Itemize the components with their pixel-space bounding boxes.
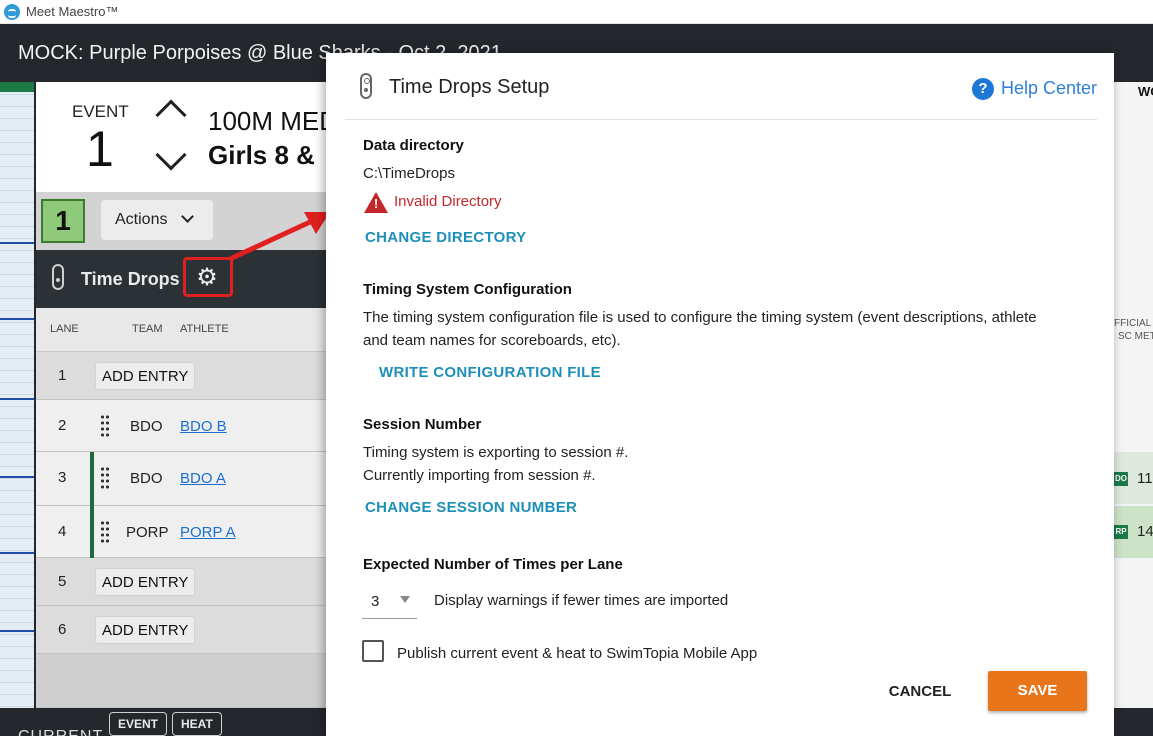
lane-row: 6 ADD ENTRY — [36, 606, 328, 654]
expected-times-hint: Display warnings if fewer times are impo… — [434, 592, 729, 609]
rail-marker — [0, 242, 34, 244]
current-label: CURRENT — [18, 728, 103, 736]
right-header-fragment: WO — [1138, 84, 1153, 99]
dialog-divider — [345, 119, 1097, 120]
athlete-link[interactable]: BDO B — [180, 418, 227, 435]
timing-config-title: Timing System Configuration — [363, 281, 572, 298]
column-athlete: ATHLETE — [180, 323, 229, 335]
entry-status-strip — [90, 506, 94, 558]
lane-number: 6 — [58, 621, 67, 638]
event-name: 100M MED — [208, 106, 328, 136]
actions-dropdown-button[interactable]: Actions — [101, 200, 213, 240]
lane-overview-rail[interactable] — [0, 82, 36, 708]
lane-table-header: LANE TEAM ATHLETE — [36, 308, 328, 352]
timing-config-desc-line2: and team names for scoreboards, etc). — [363, 332, 621, 349]
event-number: 1 — [86, 121, 114, 177]
rail-marker — [0, 630, 34, 632]
lane-row: 4 PORP PORP A — [36, 506, 328, 558]
save-button[interactable]: SAVE — [988, 671, 1087, 711]
time-fragment: 11 — [1137, 470, 1153, 487]
lane-number: 3 — [58, 469, 67, 486]
drag-handle-icon[interactable] — [100, 414, 110, 438]
heat-number-badge[interactable]: 1 — [41, 199, 85, 243]
athlete-link[interactable]: PORP A — [180, 524, 236, 541]
team-code: PORP — [126, 524, 169, 541]
annotation-arrow-icon — [229, 212, 330, 261]
rail-active-marker — [0, 82, 34, 92]
lane-row: 3 BDO BDO A — [36, 452, 328, 506]
help-center-link[interactable]: Help Center — [1001, 78, 1097, 99]
lane-number: 2 — [58, 417, 67, 434]
gear-icon[interactable]: ⚙ — [194, 266, 220, 290]
cancel-button[interactable]: CANCEL — [872, 674, 968, 710]
lane-row: 5 ADD ENTRY — [36, 558, 328, 606]
event-label: EVENT — [72, 102, 129, 121]
lane-number: 5 — [58, 573, 67, 590]
app-logo-icon — [4, 4, 20, 20]
publish-checkbox[interactable] — [362, 640, 384, 662]
publish-checkbox-label[interactable]: Publish current event & heat to SwimTopi… — [397, 645, 757, 662]
rail-marker — [0, 398, 34, 400]
time-fragment: 14 — [1137, 523, 1153, 540]
invalid-directory-warning: Invalid Directory — [394, 193, 502, 210]
session-number-title: Session Number — [363, 416, 482, 433]
dialog-title: Time Drops Setup — [389, 76, 550, 98]
drag-handle-icon[interactable] — [100, 466, 110, 490]
team-badge-fragment: RP — [1114, 525, 1128, 539]
team-code: BDO — [130, 470, 163, 487]
entry-status-strip — [90, 452, 94, 506]
write-configuration-button[interactable]: WRITE CONFIGURATION FILE — [379, 364, 601, 381]
column-team: TEAM — [132, 323, 163, 335]
stopwatch-icon — [52, 264, 64, 290]
caret-down-icon — [400, 596, 410, 603]
rail-marker — [0, 476, 34, 478]
team-code: BDO — [130, 418, 163, 435]
lane-number: 4 — [58, 523, 67, 540]
data-directory-title: Data directory — [363, 137, 464, 154]
team-badge-fragment: DO — [1114, 472, 1128, 486]
lane-row: 1 ADD ENTRY — [36, 352, 328, 400]
time-drops-setup-dialog — [326, 53, 1114, 736]
data-directory-path: C:\TimeDrops — [363, 165, 455, 182]
warning-icon-mark: ! — [373, 196, 379, 211]
app-name: Meet Maestro™ — [26, 4, 119, 19]
event-pill[interactable]: EVENT — [109, 712, 168, 736]
lane-row: 2 BDO BDO B — [36, 400, 328, 452]
rail-marker — [0, 318, 34, 320]
expected-times-value: 3 — [371, 593, 380, 610]
lane-number: 1 — [58, 367, 67, 384]
rail-marker — [0, 552, 34, 554]
expected-times-title: Expected Number of Times per Lane — [363, 556, 623, 573]
event-panel — [36, 82, 328, 192]
change-directory-button[interactable]: CHANGE DIRECTORY — [365, 229, 526, 246]
column-lane: LANE — [50, 323, 79, 335]
add-entry-button[interactable]: ADD ENTRY — [95, 362, 196, 390]
add-entry-button[interactable]: ADD ENTRY — [95, 568, 196, 596]
lane-row-empty — [36, 654, 328, 708]
event-subtitle: Girls 8 & — [208, 140, 315, 170]
right-panel-partial — [1114, 82, 1153, 708]
change-session-number-button[interactable]: CHANGE SESSION NUMBER — [365, 499, 577, 516]
timing-config-desc-line1: The timing system configuration file is … — [363, 309, 1037, 326]
heat-pill[interactable]: HEAT — [172, 712, 222, 736]
add-entry-button[interactable]: ADD ENTRY — [95, 616, 196, 644]
window-titlebar: Meet Maestro™ — [0, 0, 1153, 24]
course-fragment: SC MET — [1118, 331, 1153, 342]
drag-handle-icon[interactable] — [100, 520, 110, 544]
official-time-fragment: FFICIAL T — [1114, 318, 1153, 329]
session-export-text: Timing system is exporting to session #. — [363, 444, 629, 461]
actions-label: Actions — [115, 211, 168, 228]
time-drops-title: Time Drops — [81, 269, 180, 289]
stopwatch-icon — [360, 73, 372, 99]
caret-down-icon — [181, 210, 194, 223]
session-import-text: Currently importing from session #. — [363, 467, 596, 484]
help-icon[interactable]: ? — [972, 78, 994, 100]
athlete-link[interactable]: BDO A — [180, 470, 226, 487]
